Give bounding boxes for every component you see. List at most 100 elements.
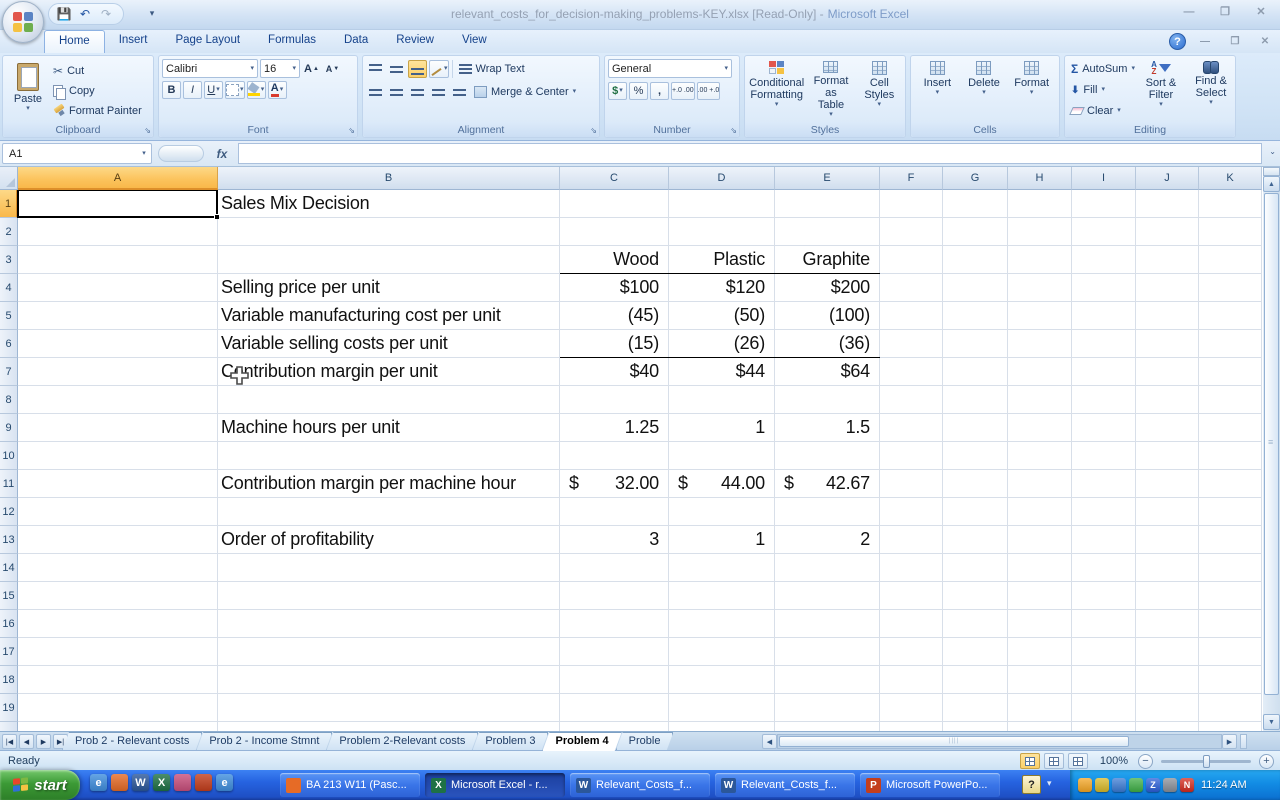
- insert-button[interactable]: Insert ▾: [916, 59, 958, 121]
- percent-style-button[interactable]: %: [629, 82, 648, 100]
- zoom-out-icon[interactable]: −: [1138, 754, 1153, 769]
- close-button[interactable]: ✕: [1248, 4, 1274, 19]
- underline-button[interactable]: U▾: [204, 81, 223, 99]
- column-header-C[interactable]: C: [560, 167, 669, 190]
- cell-C7[interactable]: $40: [560, 358, 669, 386]
- ribbon-tab-review[interactable]: Review: [382, 30, 448, 53]
- cell-C9[interactable]: 1.25: [560, 414, 669, 442]
- cell-B1[interactable]: Sales Mix Decision: [218, 190, 560, 218]
- format-painter-button[interactable]: Format Painter: [50, 101, 145, 121]
- decrease-indent-button[interactable]: [429, 83, 448, 101]
- column-header-J[interactable]: J: [1136, 167, 1199, 190]
- qat-customize-icon[interactable]: ▾: [146, 8, 158, 19]
- workbook-minimize-button[interactable]: —: [1194, 35, 1216, 49]
- ribbon-tab-view[interactable]: View: [448, 30, 501, 53]
- cell-B11[interactable]: Contribution margin per machine hour: [218, 470, 560, 498]
- selected-cell-A1[interactable]: [17, 190, 218, 218]
- row-header-9[interactable]: 9: [0, 414, 18, 442]
- accounting-format-button[interactable]: $▾: [608, 82, 627, 100]
- row-header-17[interactable]: 17: [0, 638, 18, 666]
- restore-button[interactable]: ❐: [1212, 4, 1238, 19]
- cell-C4[interactable]: $100: [560, 274, 669, 302]
- row-header-10[interactable]: 10: [0, 442, 18, 470]
- font-size-combo[interactable]: 16▾: [260, 59, 300, 78]
- sheet-tab-prob-2-relevant-costs[interactable]: Prob 2 - Relevant costs: [62, 732, 202, 751]
- cell-D9[interactable]: 1: [669, 414, 775, 442]
- page-layout-view-button[interactable]: [1044, 753, 1064, 769]
- horizontal-scroll-thumb[interactable]: [779, 736, 1129, 747]
- cell-B4[interactable]: Selling price per unit: [218, 274, 560, 302]
- key-app-icon[interactable]: [174, 774, 191, 791]
- vertical-scroll-thumb[interactable]: [1264, 193, 1279, 695]
- undo-icon[interactable]: ↶: [76, 5, 94, 23]
- increase-indent-button[interactable]: [450, 83, 469, 101]
- word-icon[interactable]: W: [132, 774, 149, 791]
- cell-E13[interactable]: 2: [775, 526, 880, 554]
- cell-E3[interactable]: Graphite: [775, 246, 880, 274]
- middle-align-button[interactable]: [387, 60, 406, 78]
- cell-D11[interactable]: $44.00: [669, 470, 775, 498]
- help-icon[interactable]: ?: [1169, 33, 1186, 50]
- align-right-button[interactable]: [408, 83, 427, 101]
- cell-D5[interactable]: (50): [669, 302, 775, 330]
- row-header-11[interactable]: 11: [0, 470, 18, 498]
- merge-center-button[interactable]: Merge & Center ▾: [471, 82, 579, 102]
- scroll-right-icon[interactable]: ▶: [1222, 734, 1237, 749]
- grid[interactable]: 12345678910111213141516171819Sales Mix D…: [0, 190, 1262, 731]
- tray-n-app-icon[interactable]: N: [1180, 778, 1194, 792]
- paste-button[interactable]: Paste ▾: [6, 59, 50, 121]
- cell-styles-button[interactable]: Cell Styles ▾: [857, 59, 901, 121]
- insert-function-button[interactable]: fx: [208, 143, 236, 164]
- first-sheet-icon[interactable]: |◀: [2, 734, 17, 749]
- redo-icon[interactable]: ↷: [97, 5, 115, 23]
- ribbon-tab-page-layout[interactable]: Page Layout: [161, 30, 254, 53]
- top-align-button[interactable]: [366, 60, 385, 78]
- comma-style-button[interactable]: ,: [650, 82, 669, 100]
- task-button-firefox[interactable]: BA 213 W11 (Pasc...: [280, 773, 420, 797]
- cell-C3[interactable]: Wood: [560, 246, 669, 274]
- cell-B13[interactable]: Order of profitability: [218, 526, 560, 554]
- help-tray-icon[interactable]: ?: [1022, 775, 1041, 794]
- delete-button[interactable]: Delete ▾: [963, 59, 1005, 121]
- workbook-restore-button[interactable]: ❐: [1224, 35, 1246, 49]
- borders-button[interactable]: ▾: [225, 81, 245, 99]
- internet-explorer-icon[interactable]: e: [90, 774, 107, 791]
- conditional-formatting-button[interactable]: Conditional Formatting ▾: [749, 59, 805, 121]
- bold-button[interactable]: B: [162, 81, 181, 99]
- font-color-button[interactable]: A▾: [268, 81, 287, 99]
- start-button[interactable]: start: [0, 770, 80, 800]
- row-header-2[interactable]: 2: [0, 218, 18, 246]
- number-format-combo[interactable]: General▾: [608, 59, 732, 78]
- orientation-button[interactable]: ▾: [429, 60, 449, 78]
- wrap-text-button[interactable]: Wrap Text: [456, 59, 528, 79]
- cell-C6[interactable]: (15): [560, 330, 669, 358]
- row-header-14[interactable]: 14: [0, 554, 18, 582]
- cell-B6[interactable]: Variable selling costs per unit: [218, 330, 560, 358]
- column-header-D[interactable]: D: [669, 167, 775, 190]
- find-select-button[interactable]: Find & Select ▾: [1188, 59, 1234, 121]
- fill-color-button[interactable]: ▾: [247, 81, 266, 99]
- format-button[interactable]: Format ▾: [1010, 59, 1054, 121]
- align-left-button[interactable]: [366, 83, 385, 101]
- row-header-4[interactable]: 4: [0, 274, 18, 302]
- task-button-word[interactable]: WRelevant_Costs_f...: [570, 773, 710, 797]
- sheet-tab-prob-2-income-stmnt[interactable]: Prob 2 - Income Stmnt: [196, 732, 332, 751]
- row-header-5[interactable]: 5: [0, 302, 18, 330]
- tray-tool-icon[interactable]: [1112, 778, 1126, 792]
- ribbon-tab-home[interactable]: Home: [44, 30, 105, 53]
- increase-decimal-button[interactable]: +.0 .00: [671, 82, 695, 100]
- cell-B5[interactable]: Variable manufacturing cost per unit: [218, 302, 560, 330]
- cell-B7[interactable]: Contribution margin per unit: [218, 358, 560, 386]
- task-button-excel[interactable]: XMicrosoft Excel - r...: [425, 773, 565, 797]
- number-dialog-launcher-icon[interactable]: ⇘: [730, 126, 737, 135]
- sheet-tab-proble[interactable]: Proble: [616, 732, 674, 751]
- bottom-align-button[interactable]: [408, 60, 427, 78]
- normal-view-button[interactable]: [1020, 753, 1040, 769]
- column-header-B[interactable]: B: [218, 167, 560, 190]
- office-button[interactable]: [2, 1, 44, 43]
- cell-D4[interactable]: $120: [669, 274, 775, 302]
- cell-E5[interactable]: (100): [775, 302, 880, 330]
- cell-D6[interactable]: (26): [669, 330, 775, 358]
- cell-E4[interactable]: $200: [775, 274, 880, 302]
- ribbon-tab-insert[interactable]: Insert: [105, 30, 162, 53]
